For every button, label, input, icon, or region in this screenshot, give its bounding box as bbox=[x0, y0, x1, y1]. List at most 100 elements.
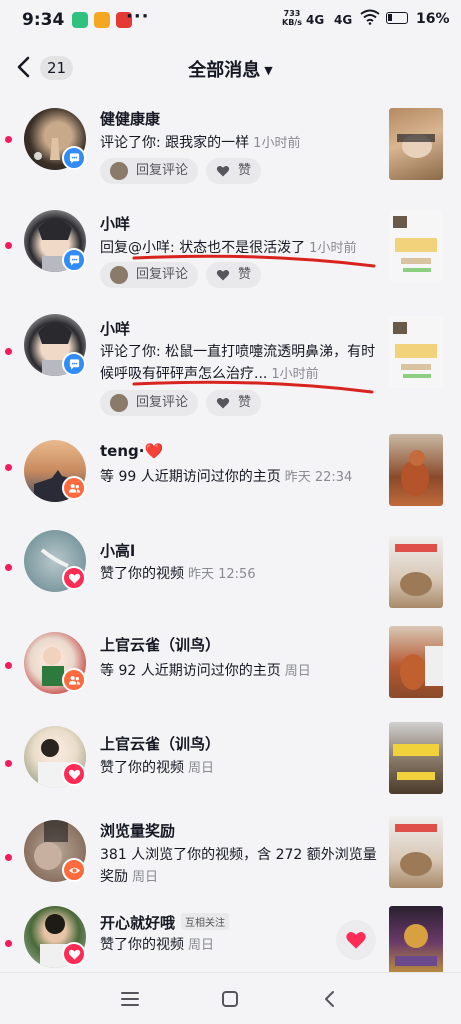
like-button[interactable]: 赞 bbox=[206, 390, 262, 416]
unread-dot bbox=[5, 564, 12, 571]
message-item[interactable]: 小高l 赞了你的视频 昨天 12:56 bbox=[0, 530, 461, 634]
reply-comment-button[interactable]: 回复评论 bbox=[100, 390, 199, 416]
heart-icon bbox=[68, 769, 80, 780]
like-button[interactable]: 赞 bbox=[206, 262, 262, 288]
like-badge bbox=[62, 942, 86, 966]
app-notification-icon bbox=[72, 12, 88, 28]
signal-icon: 4G bbox=[306, 13, 325, 27]
menu-icon[interactable] bbox=[118, 987, 142, 1011]
message-item[interactable]: 健健康康 评论了你: 跟我家的一样 1小时前 回复评论 赞 bbox=[0, 96, 461, 200]
comment-badge bbox=[62, 352, 86, 376]
message-list[interactable]: 健健康康 评论了你: 跟我家的一样 1小时前 回复评论 赞 小咩 回复@小咩: 状… bbox=[0, 96, 461, 972]
like-badge bbox=[62, 566, 86, 590]
message-item[interactable]: 开心就好哦 互相关注 赞了你的视频 周日 bbox=[0, 904, 461, 972]
heart-icon bbox=[216, 165, 230, 177]
video-thumbnail[interactable] bbox=[389, 626, 443, 698]
back-nav-icon[interactable] bbox=[318, 987, 342, 1011]
message-text: 381 人浏览了你的视频，含 272 额外浏览量奖励 周日 bbox=[100, 847, 377, 885]
message-text: 等 99 人近期访问过你的主页 昨天 22:34 bbox=[100, 469, 353, 485]
views-badge bbox=[62, 858, 86, 882]
video-thumbnail[interactable] bbox=[389, 906, 443, 972]
sender-name[interactable]: 浏览量奖励 bbox=[100, 820, 175, 841]
message-text: 回复@小咩: 状态也不是很活泼了 1小时前 bbox=[100, 240, 357, 256]
reply-comment-button[interactable]: 回复评论 bbox=[100, 158, 199, 184]
caret-down-icon: ▼ bbox=[264, 64, 273, 77]
sender-name[interactable]: 上官云雀（训鸟） bbox=[100, 634, 220, 655]
more-notifications-icon: ··· bbox=[126, 6, 150, 27]
notification-icons bbox=[72, 12, 132, 28]
comment-icon bbox=[69, 152, 79, 164]
message-time: 1小时前 bbox=[309, 241, 357, 256]
unread-dot bbox=[5, 940, 12, 947]
visitors-badge bbox=[62, 668, 86, 692]
message-actions: 回复评论 赞 bbox=[100, 262, 262, 288]
message-actions: 回复评论 赞 bbox=[100, 390, 262, 416]
unread-dot bbox=[5, 854, 12, 861]
message-time: 周日 bbox=[188, 938, 215, 953]
mini-avatar bbox=[110, 394, 128, 412]
message-item[interactable]: 浏览量奖励 381 人浏览了你的视频，含 272 额外浏览量奖励 周日 bbox=[0, 812, 461, 916]
eye-icon bbox=[68, 867, 80, 873]
header: 21 全部消息 ▼ bbox=[0, 40, 461, 96]
sender-name[interactable]: 上官云雀（训鸟） bbox=[100, 733, 220, 754]
heart-icon bbox=[346, 932, 366, 949]
message-time: 1小时前 bbox=[253, 136, 301, 151]
comment-badge bbox=[62, 146, 86, 170]
heart-icon bbox=[68, 573, 80, 584]
home-icon[interactable] bbox=[218, 987, 242, 1011]
message-text: 等 92 人近期访问过你的主页 周日 bbox=[100, 663, 311, 679]
message-time: 周日 bbox=[284, 664, 311, 679]
heart-icon bbox=[216, 269, 230, 281]
unread-dot bbox=[5, 760, 12, 767]
message-item[interactable]: 小咩 评论了你: 松鼠一直打喷嚏流透明鼻涕，有时候呼吸有砰砰声怎么治疗... 1小… bbox=[0, 304, 461, 430]
video-thumbnail[interactable] bbox=[389, 722, 443, 794]
video-thumbnail[interactable] bbox=[389, 316, 443, 388]
net-speed: 733 KB/s bbox=[282, 9, 302, 27]
comment-badge bbox=[62, 248, 86, 272]
message-item[interactable]: teng·❤️ 等 99 人近期访问过你的主页 昨天 22:34 bbox=[0, 430, 461, 534]
mini-avatar bbox=[110, 266, 128, 284]
message-text: 评论了你: 松鼠一直打喷嚏流透明鼻涕，有时候呼吸有砰砰声怎么治疗... 1小时前 bbox=[100, 344, 376, 382]
video-thumbnail[interactable] bbox=[389, 434, 443, 506]
message-item[interactable]: 上官云雀（训鸟） 等 92 人近期访问过你的主页 周日 bbox=[0, 626, 461, 734]
unread-dot bbox=[5, 464, 12, 471]
video-thumbnail[interactable] bbox=[389, 536, 443, 608]
comment-icon bbox=[69, 254, 79, 266]
signal-icon: 4G bbox=[334, 13, 353, 27]
visitors-icon bbox=[68, 675, 80, 685]
status-time: 9:34 bbox=[22, 10, 65, 30]
video-thumbnail[interactable] bbox=[389, 108, 443, 180]
battery-percent: 16% bbox=[416, 11, 450, 27]
sender-name[interactable]: 小咩 bbox=[100, 213, 130, 234]
status-bar: 9:34 ··· 733 KB/s 4G 4G 16% bbox=[0, 0, 461, 40]
message-time: 周日 bbox=[188, 761, 215, 776]
unread-dot bbox=[5, 348, 12, 355]
visitors-badge bbox=[62, 476, 86, 500]
battery-icon bbox=[386, 12, 408, 24]
message-time: 1小时前 bbox=[271, 367, 319, 382]
video-thumbnail[interactable] bbox=[389, 210, 443, 282]
comment-icon bbox=[69, 358, 79, 370]
visitors-icon bbox=[68, 483, 80, 493]
message-time: 周日 bbox=[132, 870, 159, 885]
wifi-icon bbox=[360, 9, 380, 25]
floating-like-button[interactable] bbox=[336, 920, 376, 960]
heart-emoji-icon: ❤️ bbox=[144, 442, 164, 460]
unread-dot bbox=[5, 136, 12, 143]
like-badge bbox=[62, 762, 86, 786]
system-nav-bar bbox=[0, 972, 461, 1024]
title-dropdown[interactable]: 全部消息 ▼ bbox=[0, 56, 461, 82]
sender-name[interactable]: teng·❤️ bbox=[100, 442, 163, 460]
reply-comment-button[interactable]: 回复评论 bbox=[100, 262, 199, 288]
sender-name[interactable]: 健健康康 bbox=[100, 108, 160, 129]
mini-avatar bbox=[110, 162, 128, 180]
message-time: 昨天 22:34 bbox=[284, 470, 353, 485]
heart-icon bbox=[216, 397, 230, 409]
video-thumbnail[interactable] bbox=[389, 816, 443, 888]
sender-name[interactable]: 小咩 bbox=[100, 318, 130, 339]
message-item[interactable]: 小咩 回复@小咩: 状态也不是很活泼了 1小时前 回复评论 赞 bbox=[0, 200, 461, 304]
like-button[interactable]: 赞 bbox=[206, 158, 262, 184]
unread-dot bbox=[5, 662, 12, 669]
sender-name[interactable]: 小高l bbox=[100, 540, 135, 561]
sender-name[interactable]: 开心就好哦 互相关注 bbox=[100, 912, 230, 933]
